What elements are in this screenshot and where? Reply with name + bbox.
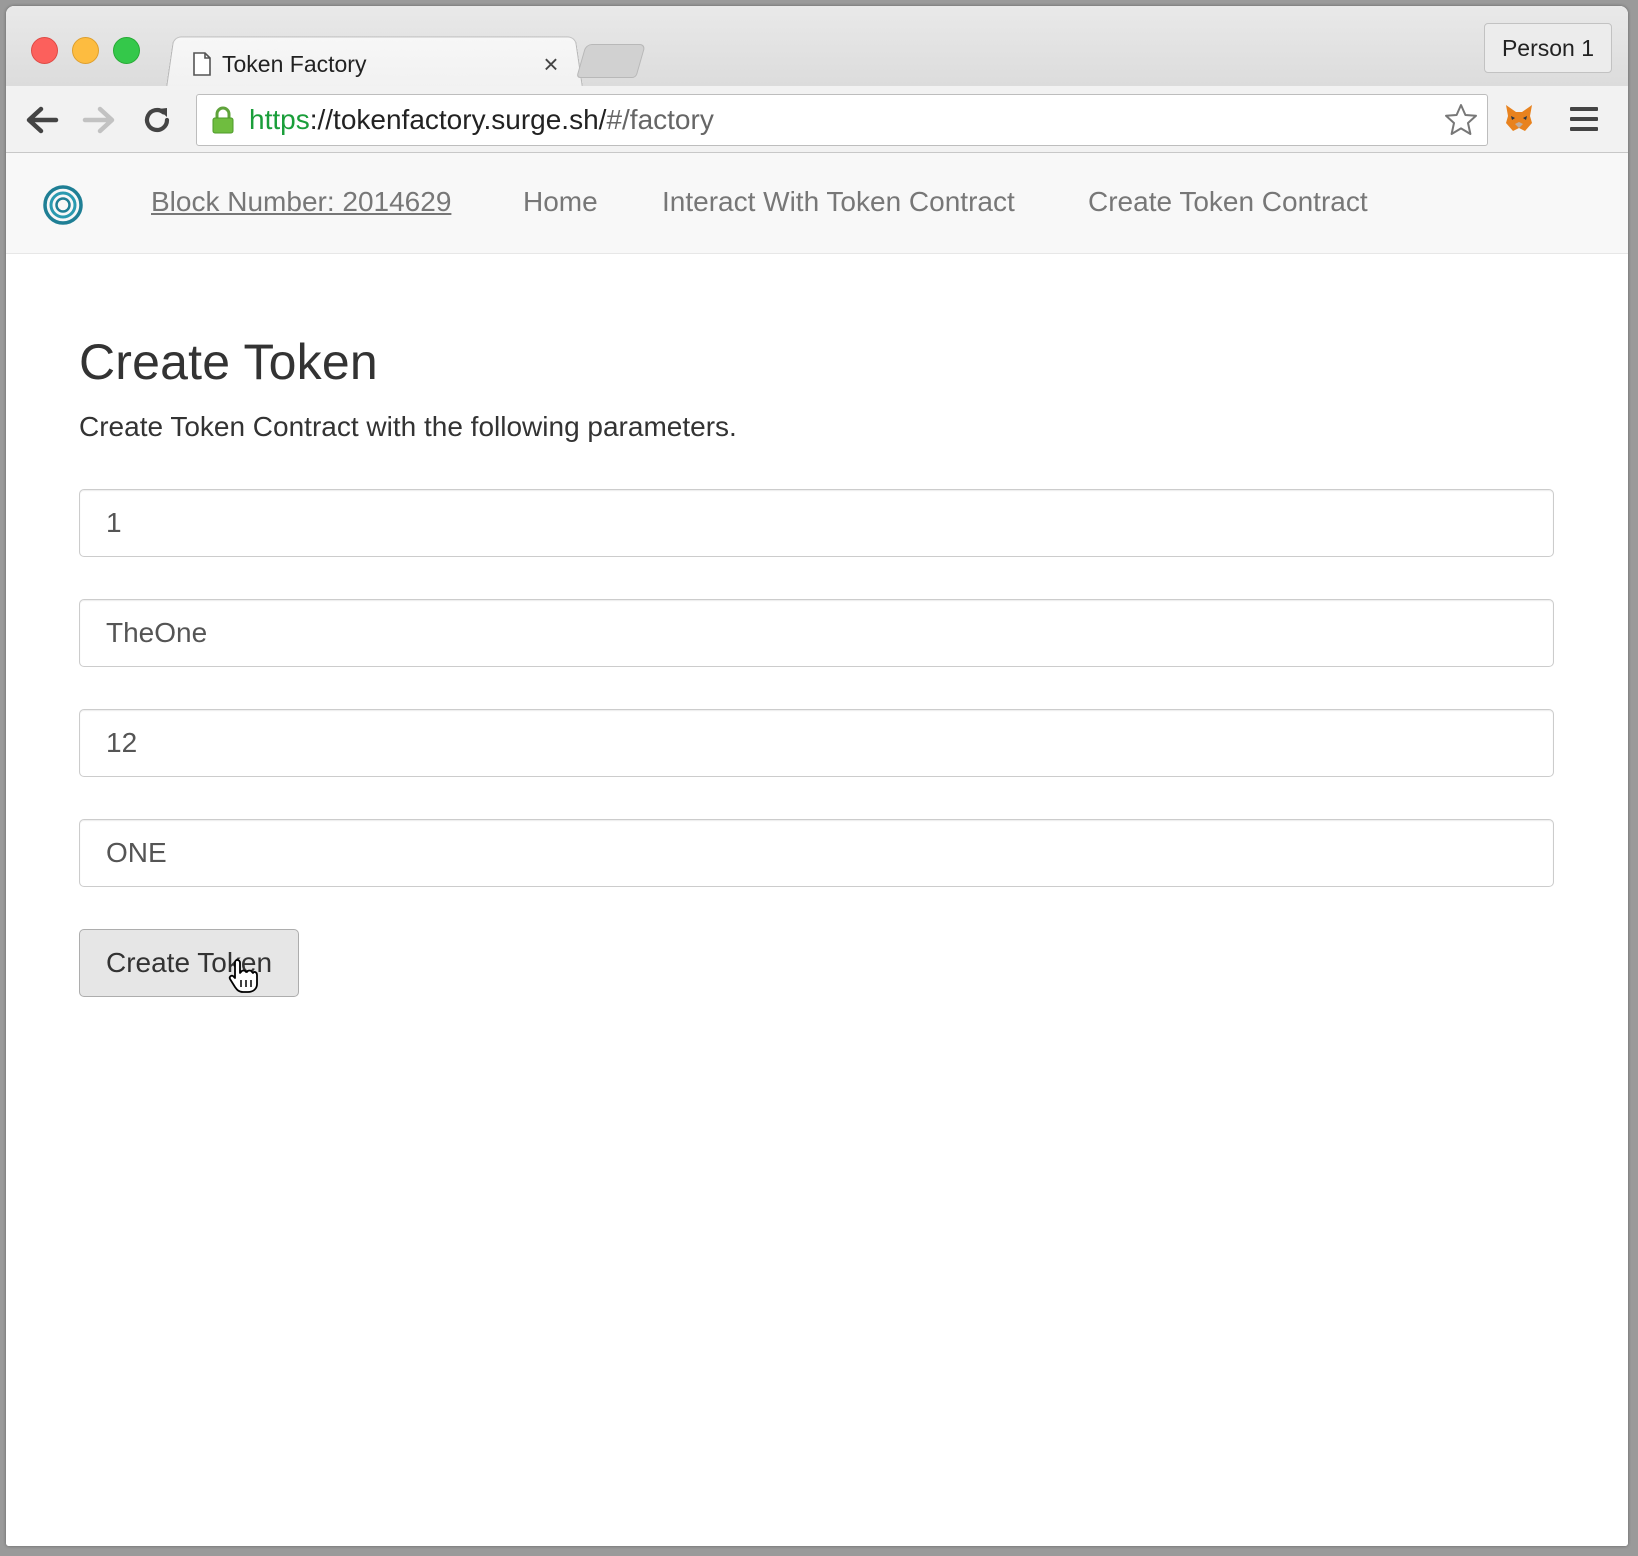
close-window-button[interactable] — [31, 37, 58, 64]
brand-logo-icon[interactable] — [42, 184, 84, 226]
browser-window: Token Factory × Person 1 https://tokenfa… — [6, 6, 1628, 1546]
tab-title: Token Factory — [222, 50, 367, 77]
initial-amount-field[interactable] — [79, 489, 1554, 557]
reload-button[interactable] — [137, 100, 177, 140]
bookmark-star-icon[interactable] — [1443, 102, 1479, 138]
nav-home[interactable]: Home — [523, 186, 598, 218]
forward-button[interactable] — [79, 100, 119, 140]
arrow-left-icon — [26, 106, 59, 134]
create-token-form: Create Token Create Token Contract with … — [79, 333, 1554, 997]
new-tab-button[interactable] — [576, 44, 646, 78]
decimal-units-field[interactable] — [79, 709, 1554, 777]
tab-strip: Token Factory × Person 1 — [6, 6, 1628, 88]
url-path: #/factory — [606, 104, 714, 135]
zoom-window-button[interactable] — [113, 37, 140, 64]
token-name-field[interactable] — [79, 599, 1554, 667]
hand-cursor-icon — [228, 959, 258, 993]
nav-create-token-contract[interactable]: Create Token Contract — [1088, 186, 1368, 218]
page-title: Create Token — [79, 334, 378, 390]
arrow-right-icon — [82, 106, 115, 134]
address-bar[interactable]: https://tokenfactory.surge.sh/#/factory — [196, 94, 1488, 146]
reload-icon — [144, 107, 170, 133]
url-scheme: https — [249, 104, 310, 135]
metamask-fox-icon[interactable] — [1503, 102, 1535, 134]
nav-interact-token-contract[interactable]: Interact With Token Contract — [662, 186, 1015, 218]
lock-icon — [212, 106, 234, 134]
nav-block-number[interactable]: Block Number: 2014629 — [151, 186, 451, 218]
minimize-window-button[interactable] — [72, 37, 99, 64]
page-content: Block Number: 2014629 Home Interact With… — [6, 153, 1628, 1546]
url-host: ://tokenfactory.surge.sh/ — [309, 104, 607, 135]
create-token-button[interactable]: Create Token — [79, 929, 299, 997]
url-text[interactable]: https://tokenfactory.surge.sh/#/factory — [249, 104, 714, 136]
menu-icon[interactable] — [1568, 104, 1600, 134]
browser-toolbar: https://tokenfactory.surge.sh/#/factory — [6, 86, 1628, 153]
page-icon — [193, 52, 211, 76]
back-button[interactable] — [22, 100, 62, 140]
token-symbol-field[interactable] — [79, 819, 1554, 887]
page-description: Create Token Contract with the following… — [79, 411, 737, 442]
app-navbar: Block Number: 2014629 Home Interact With… — [6, 153, 1628, 254]
active-tab-content[interactable]: Token Factory × — [192, 44, 572, 84]
tab-close-icon[interactable]: × — [536, 49, 566, 79]
profile-button[interactable]: Person 1 — [1484, 23, 1612, 73]
